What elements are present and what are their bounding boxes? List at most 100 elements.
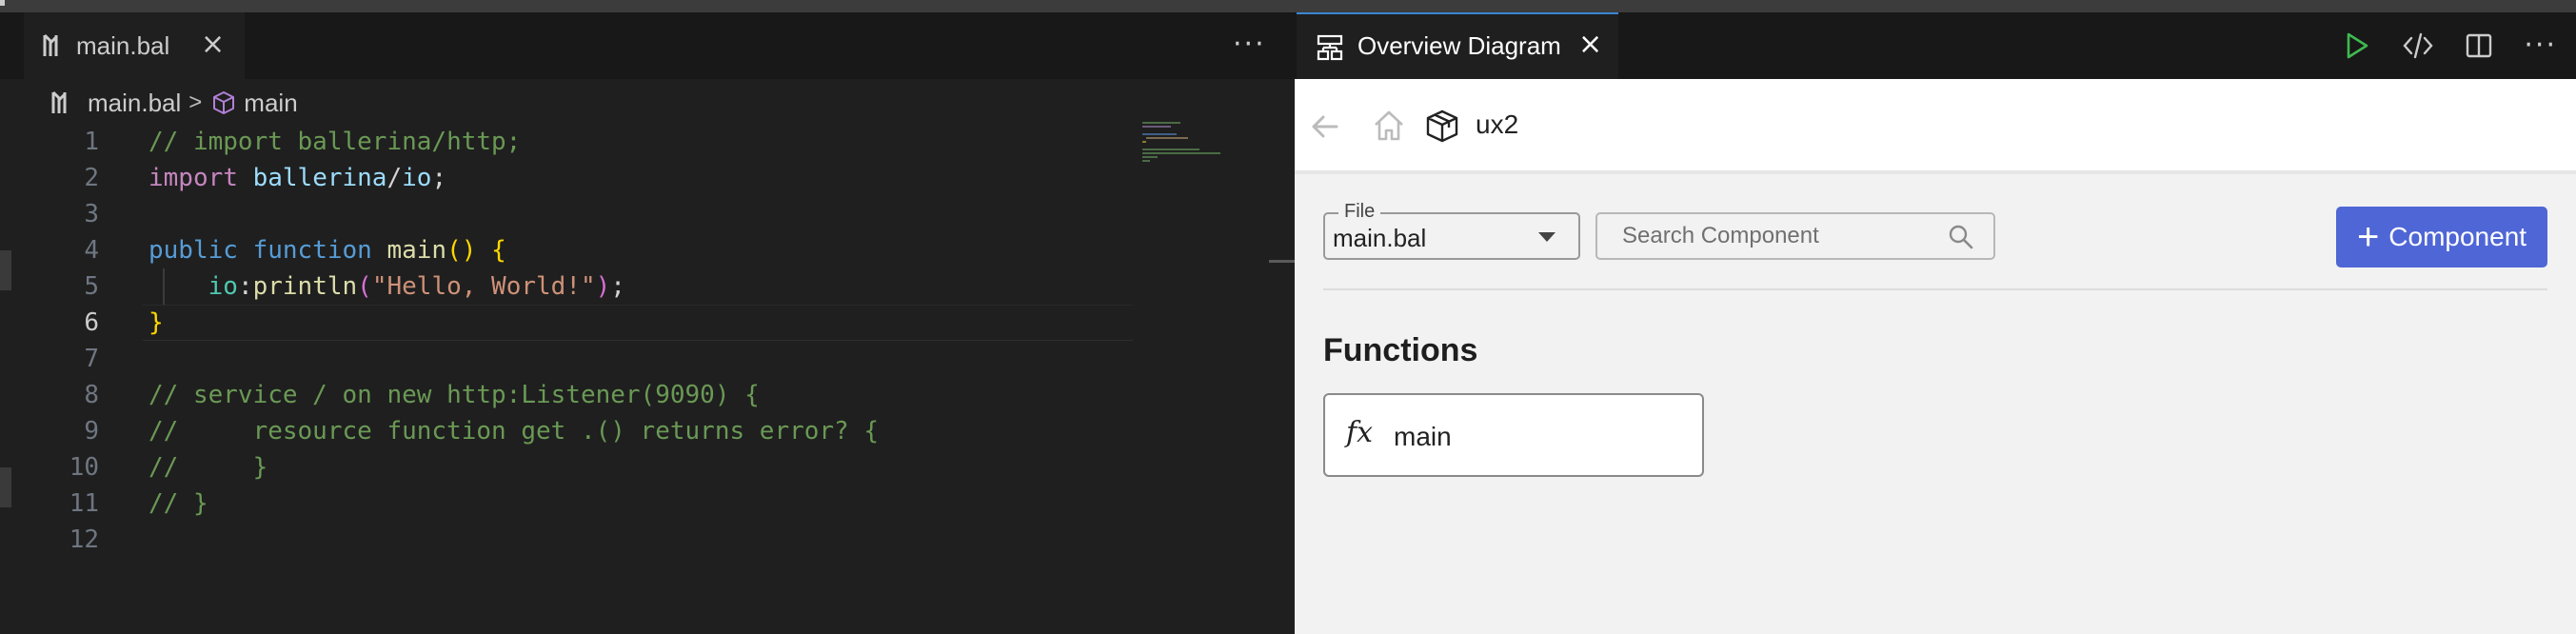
code-line[interactable]: 11 // } — [0, 485, 1142, 522]
code-token: function — [252, 236, 372, 265]
code-token: // resource function get .() returns err… — [149, 417, 880, 446]
function-card-main[interactable]: fx main — [1323, 393, 1704, 477]
line-number: 7 — [84, 345, 99, 373]
code-line[interactable]: 8 // service / on new http:Listener(9090)… — [0, 377, 1142, 413]
code-token: ( — [357, 272, 372, 301]
search-icon[interactable] — [1948, 224, 1974, 250]
search-input[interactable] — [1609, 220, 1959, 252]
code-token: // service / on new http:Listener(9090) … — [149, 381, 760, 409]
more-actions-icon[interactable]: ··· — [1233, 28, 1266, 61]
code-text: // } — [149, 449, 268, 485]
home-icon[interactable] — [1371, 108, 1407, 144]
code-token: io — [402, 164, 432, 192]
cube-icon — [213, 91, 235, 114]
tab-label: main.bal — [76, 31, 170, 60]
code-line[interactable]: 9 // resource function get .() returns er… — [0, 413, 1142, 449]
code-line[interactable]: 3 — [0, 196, 1142, 232]
tab-overview-diagram[interactable]: Overview Diagram × — [1297, 12, 1618, 79]
code-line[interactable]: 4 public function main() { — [0, 232, 1142, 268]
code-token: { — [491, 236, 506, 265]
split-editor-icon[interactable] — [2463, 30, 2495, 62]
add-component-label: Component — [2388, 222, 2527, 251]
line-number: 1 — [84, 128, 99, 156]
code-token: ; — [431, 164, 447, 192]
line-number: 2 — [84, 164, 99, 192]
code-token: ) — [595, 272, 611, 301]
code-line[interactable]: 5 io:println("Hello, World!"); — [0, 268, 1142, 305]
code-text: } — [149, 305, 164, 341]
close-icon[interactable]: × — [201, 28, 225, 61]
breadcrumb: main.bal > main — [50, 84, 298, 122]
breadcrumb-symbol[interactable]: main — [244, 89, 297, 118]
close-icon[interactable]: × — [1578, 28, 1602, 61]
code-lines[interactable]: 1 // import ballerina/http; 2 import baller… — [0, 124, 1142, 558]
code-token: / — [386, 164, 403, 192]
code-token: public — [149, 236, 238, 265]
function-name: main — [1394, 422, 1452, 451]
minimap[interactable] — [1142, 120, 1238, 177]
file-select-value: main.bal — [1333, 224, 1427, 252]
code-text: // } — [149, 485, 208, 522]
diagram-icon — [1317, 34, 1343, 61]
breadcrumb-file[interactable]: main.bal — [88, 89, 181, 118]
code-token: // import ballerina/http; — [149, 128, 522, 156]
back-arrow-icon[interactable] — [1308, 109, 1342, 144]
code-icon[interactable] — [2402, 30, 2434, 62]
code-line[interactable]: 6} — [0, 305, 1142, 341]
code-text: // import ballerina/http; — [149, 124, 521, 160]
divider — [1323, 288, 2547, 290]
window-top-strip — [0, 0, 2576, 12]
plus-icon: + — [2356, 216, 2380, 258]
code-editor[interactable]: main.bal × ··· main.bal > main 1 // impor… — [0, 12, 1295, 634]
tab-label: Overview Diagram — [1357, 31, 1561, 60]
code-token: // } — [149, 453, 268, 482]
section-title-functions: Functions — [1323, 332, 1478, 368]
file-select[interactable]: File main.bal — [1323, 201, 1580, 260]
code-token: () — [446, 236, 477, 265]
breadcrumb-separator: > — [188, 89, 203, 115]
code-text: // service / on new http:Listener(9090) … — [149, 377, 760, 413]
panel-tab-bar: Overview Diagram × ··· — [1295, 12, 2576, 79]
code-text: // resource function get .() returns err… — [149, 413, 879, 449]
overview-diagram-panel: Overview Diagram × ··· ux2 File main.bal… — [1295, 12, 2576, 634]
line-number: 8 — [84, 381, 99, 409]
code-line[interactable]: 1 // import ballerina/http; — [0, 124, 1142, 160]
code-token: "Hello, World!" — [371, 272, 596, 301]
editor-tab-bar: main.bal × ··· — [0, 12, 1295, 79]
code-token: // } — [149, 489, 208, 518]
code-line[interactable]: 12 — [0, 522, 1142, 558]
code-token: main — [386, 236, 447, 265]
code-token: ; — [610, 272, 625, 301]
function-icon: fx — [1346, 416, 1374, 449]
tab-main-bal[interactable]: main.bal × — [24, 12, 245, 79]
code-token: ballerina — [252, 164, 387, 192]
caret-down-icon[interactable] — [1538, 232, 1556, 242]
editor-actions: ··· — [2341, 30, 2557, 62]
code-text: public function main() { — [149, 232, 506, 268]
line-number: 10 — [69, 453, 99, 482]
code-token: io — [208, 272, 238, 301]
line-number: 6 — [84, 308, 99, 337]
code-line[interactable]: 7 — [0, 341, 1142, 377]
code-text: import ballerina/io; — [149, 160, 446, 196]
line-number: 12 — [69, 525, 99, 554]
run-icon[interactable] — [2341, 30, 2373, 62]
add-component-button[interactable]: + Component — [2336, 207, 2547, 267]
code-line[interactable]: 2 import ballerina/io; — [0, 160, 1142, 196]
package-icon — [1426, 109, 1458, 143]
code-token: } — [149, 308, 164, 337]
scrollbar-marker[interactable] — [1269, 260, 1295, 263]
ballerina-file-icon — [43, 33, 58, 56]
code-token: : — [237, 272, 253, 301]
diagram-navbar: ux2 — [1295, 79, 2576, 174]
code-line[interactable]: 10 // } — [0, 449, 1142, 485]
code-token: println — [252, 272, 358, 301]
ballerina-file-icon — [51, 90, 67, 113]
code-token: import — [149, 164, 238, 192]
more-actions-icon[interactable]: ··· — [2524, 31, 2557, 60]
line-number: 5 — [84, 272, 99, 301]
